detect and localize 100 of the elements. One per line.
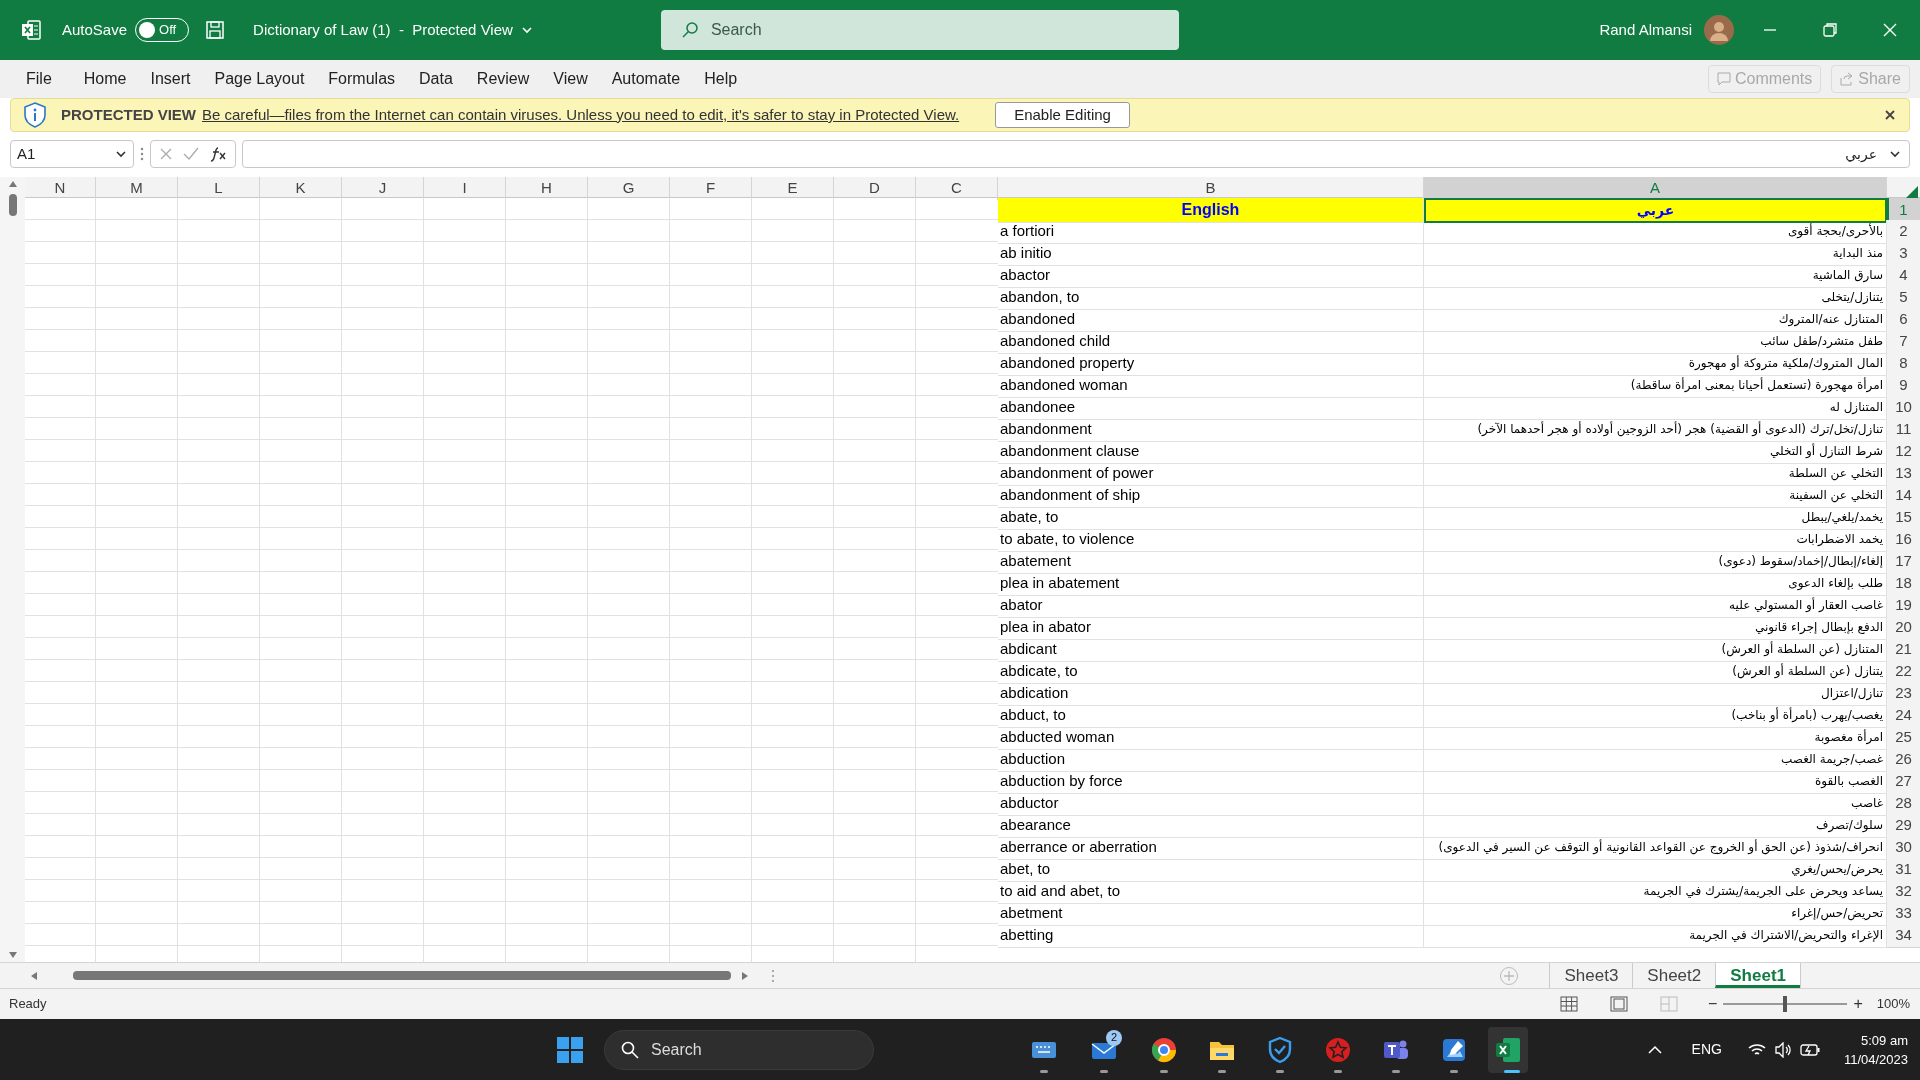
zoom-slider-thumb[interactable] (1783, 996, 1788, 1012)
menu-tab[interactable]: View (553, 67, 588, 91)
scroll-thumb[interactable] (8, 194, 17, 216)
menu-tab[interactable]: Data (419, 67, 453, 91)
column-header[interactable]: M (96, 177, 178, 200)
row-header[interactable]: 13 (1887, 462, 1920, 486)
row-header[interactable]: 11 (1887, 418, 1920, 442)
row-header[interactable]: 7 (1887, 330, 1920, 354)
menu-tab[interactable]: Page Layout (214, 67, 305, 91)
table-cell: سارق الماشية (1424, 264, 1887, 288)
row-header[interactable]: 8 (1887, 352, 1920, 376)
column-header[interactable]: L (178, 177, 260, 200)
windows-start-icon[interactable] (556, 1035, 584, 1064)
table-cell: abandoned (998, 308, 1424, 332)
row-header[interactable]: 15 (1887, 506, 1920, 530)
row-header[interactable]: 28 (1887, 792, 1920, 816)
horizontal-scroll-thumb[interactable] (73, 971, 731, 980)
row-header[interactable]: 29 (1887, 814, 1920, 838)
row-header[interactable]: 24 (1887, 704, 1920, 728)
row-header[interactable]: 21 (1887, 638, 1920, 662)
row-header[interactable]: 18 (1887, 572, 1920, 596)
row-header[interactable]: 34 (1887, 924, 1920, 948)
name-box[interactable]: A1 (10, 140, 134, 168)
menu-tab[interactable]: Formulas (328, 67, 396, 91)
function-icon[interactable] (209, 146, 227, 162)
row-header[interactable]: 4 (1887, 264, 1920, 288)
row-header[interactable]: 33 (1887, 902, 1920, 926)
scroll-up-icon[interactable] (7, 180, 18, 188)
row-header[interactable]: 10 (1887, 396, 1920, 420)
zoom-slider[interactable] (1723, 996, 1848, 1012)
search-field[interactable]: Search (660, 10, 1179, 50)
menu-tab[interactable]: Review (476, 67, 530, 91)
column-header[interactable]: D (834, 177, 916, 200)
zoom-in-button[interactable]: + (1853, 992, 1863, 1016)
row-header[interactable]: 2 (1887, 220, 1920, 244)
row-header[interactable]: 27 (1887, 770, 1920, 794)
column-header[interactable]: N (25, 177, 96, 200)
column-header[interactable]: H (506, 177, 588, 200)
row-header[interactable]: 17 (1887, 550, 1920, 574)
save-icon[interactable] (205, 20, 226, 40)
column-header[interactable]: J (342, 177, 424, 200)
wifi-icon[interactable] (1747, 1042, 1766, 1057)
clock-time[interactable]: 5:09 am (1861, 1030, 1908, 1050)
scroll-left-icon[interactable] (30, 970, 38, 981)
column-header[interactable]: F (670, 177, 752, 200)
formula-value[interactable]: عربي (1845, 143, 1877, 165)
scroll-right-icon[interactable] (741, 970, 749, 981)
restore-icon[interactable] (1822, 22, 1838, 38)
menu-tab[interactable]: Home (83, 67, 127, 91)
row-header[interactable]: 6 (1887, 308, 1920, 332)
column-header[interactable]: K (260, 177, 342, 200)
row-header[interactable]: 22 (1887, 660, 1920, 684)
row-header[interactable]: 12 (1887, 440, 1920, 464)
row-header[interactable]: 19 (1887, 594, 1920, 618)
vertical-scrollbar[interactable] (0, 177, 25, 962)
column-header[interactable]: C (916, 177, 998, 200)
row-header[interactable]: 3 (1887, 242, 1920, 266)
close-icon[interactable] (1885, 110, 1895, 120)
menu-tab[interactable]: Help (704, 67, 738, 91)
row-header[interactable]: 9 (1887, 374, 1920, 398)
row-header[interactable]: 31 (1887, 858, 1920, 882)
more-icon[interactable] (140, 147, 144, 161)
normal-view-icon[interactable] (1560, 996, 1579, 1012)
column-header[interactable]: G (588, 177, 670, 200)
taskbar-search-field[interactable]: Search (604, 1029, 874, 1070)
row-header[interactable]: 30 (1887, 836, 1920, 860)
row-header[interactable]: 26 (1887, 748, 1920, 772)
language-indicator[interactable]: ENG (1691, 1039, 1722, 1060)
battery-icon[interactable] (1799, 1042, 1820, 1057)
check-icon[interactable] (183, 147, 199, 161)
zoom-out-button[interactable]: − (1708, 992, 1718, 1016)
row-header[interactable]: 16 (1887, 528, 1920, 552)
row-header[interactable]: 20 (1887, 616, 1920, 640)
volume-icon[interactable] (1773, 1041, 1792, 1058)
sheet-tab[interactable]: Sheet3 (1549, 963, 1633, 988)
clock-date[interactable]: 11/04/2023 (1843, 1049, 1908, 1069)
expand-icon[interactable] (1889, 148, 1901, 160)
chevron-down-icon[interactable] (115, 148, 127, 160)
menu-tab[interactable]: File (26, 67, 52, 91)
user-avatar-icon[interactable] (1704, 15, 1734, 45)
page-layout-icon[interactable] (1610, 996, 1629, 1012)
column-header[interactable]: E (752, 177, 834, 200)
scroll-down-icon[interactable] (7, 951, 18, 959)
protected-view-message-link[interactable]: Be careful—files from the Internet can contain viruses. Unless you need to edit, it's safer to stay in Protected View. (202, 103, 960, 127)
row-header[interactable]: 5 (1887, 286, 1920, 310)
select-all-icon[interactable] (1906, 185, 1918, 198)
menu-tab[interactable]: Automate (611, 67, 681, 91)
row-header[interactable]: 32 (1887, 880, 1920, 904)
column-header[interactable]: A (1424, 177, 1887, 200)
sheet-tab[interactable]: Sheet1 (1715, 963, 1800, 988)
enable-editing-button[interactable]: Enable Editing (995, 102, 1130, 128)
row-header[interactable]: 25 (1887, 726, 1920, 750)
column-header[interactable]: I (424, 177, 506, 200)
user-name[interactable]: Rand Almansi (1599, 18, 1692, 42)
document-title[interactable]: Dictionary of Law (1) - Protected View (253, 18, 533, 42)
row-header[interactable]: 14 (1887, 484, 1920, 508)
row-header[interactable]: 23 (1887, 682, 1920, 706)
menu-tab[interactable]: Insert (150, 67, 191, 91)
zoom-level[interactable]: 100% (1876, 994, 1910, 1014)
chevron-up-icon[interactable] (1647, 1044, 1662, 1055)
